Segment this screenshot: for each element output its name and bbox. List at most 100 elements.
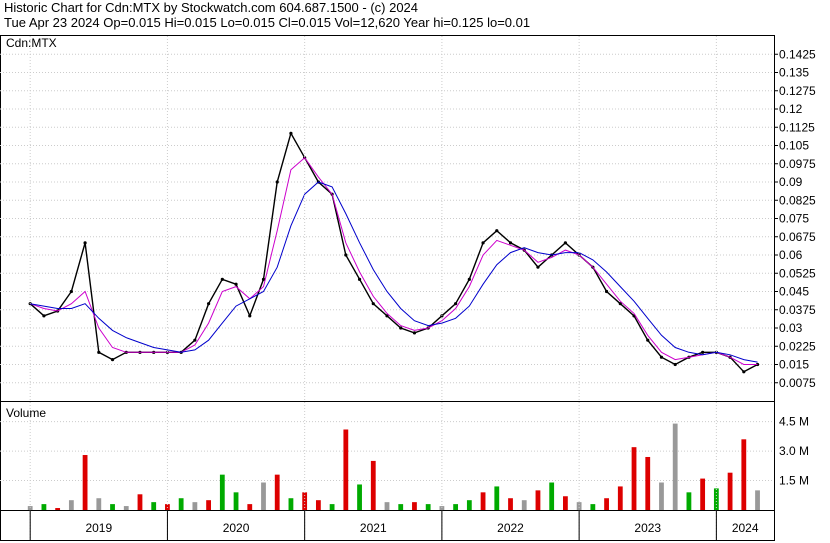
price-tick-label: 0.0075 (779, 376, 816, 390)
volume-bar (178, 498, 184, 510)
volume-bar (755, 490, 760, 510)
price-point (344, 253, 348, 257)
price-point (646, 338, 650, 342)
year-label: 2021 (360, 521, 387, 535)
volume-bar (343, 429, 349, 510)
volume-bar (727, 472, 733, 510)
price-point (248, 314, 252, 318)
year-label: 2020 (223, 521, 250, 535)
price-point (563, 241, 568, 245)
price-point (371, 302, 375, 306)
volume-bar (233, 492, 239, 510)
price-point (193, 338, 197, 342)
price-point (673, 362, 677, 367)
price-tick-label: 0.0375 (779, 303, 816, 317)
price-point (275, 180, 279, 184)
volume-bar (439, 506, 445, 510)
volume-y-ticks: 1.5 M 3.0 M 4.5 M (779, 415, 809, 488)
price-tick-label: 0.03 (779, 321, 803, 335)
price-tick-label: 0.12 (779, 102, 803, 116)
price-point (69, 289, 73, 294)
price-tick-label: 0.09 (779, 175, 803, 189)
price-tick-label: 0.1425 (779, 47, 816, 61)
volume-bar (274, 474, 280, 510)
volume-bar (55, 508, 61, 510)
volume-bar (741, 439, 747, 510)
volume-bar (123, 506, 129, 510)
volume-bar (151, 502, 157, 510)
price-tick-label: 0.015 (779, 358, 809, 372)
price-tick-label: 0.0825 (779, 193, 816, 207)
price-point (742, 370, 746, 374)
volume-bar (206, 500, 211, 510)
price-tick-label: 0.06 (779, 248, 803, 262)
price-point (508, 241, 513, 245)
volume-bar (604, 498, 609, 510)
price-point (399, 326, 403, 330)
price-point (701, 350, 705, 354)
price-point (110, 358, 115, 362)
volume-bar (590, 504, 596, 510)
volume-bar (617, 486, 623, 510)
volume-bar (96, 498, 102, 510)
price-tick-label: 0.075 (779, 212, 809, 226)
price-tick-label: 0.0225 (779, 339, 816, 353)
price-panel-title: Cdn:MTX (6, 36, 57, 50)
volume-bar (110, 504, 115, 510)
price-y-ticks: 0.0075 0.015 0.0225 0.03 0.0375 0.045 0.0525 0.… (774, 47, 816, 390)
volume-bar (41, 504, 47, 510)
volume-bar (357, 484, 362, 510)
volume-bar (549, 482, 555, 510)
volume-bar (261, 482, 266, 510)
price-tick-label: 0.135 (779, 66, 809, 80)
volume-bar (713, 488, 719, 510)
price-point (604, 289, 609, 294)
year-label: 2024 (732, 521, 759, 535)
volume-bar (329, 504, 335, 510)
price-point (357, 277, 362, 281)
stock-chart: 0.0075 0.015 0.0225 0.03 0.0375 0.045 0.0525 0.… (0, 35, 816, 541)
price-point (83, 241, 87, 245)
price-tick-label: 0.1275 (779, 84, 816, 98)
volume-bar (288, 498, 294, 510)
volume-bar (247, 504, 253, 510)
price-point (454, 302, 458, 306)
volume-bar (535, 490, 541, 510)
price-point (467, 277, 471, 281)
volume-bar (563, 496, 568, 510)
volume-tick-label: 4.5 M (779, 415, 809, 429)
price-tick-label: 0.0675 (779, 230, 816, 244)
volume-bar (686, 492, 692, 510)
volume-panel-frame (0, 401, 775, 511)
price-tick-label: 0.1125 (779, 120, 815, 134)
year-label: 2019 (85, 521, 112, 535)
volume-bar (27, 506, 33, 510)
volume-bar (137, 494, 143, 510)
volume-bar (672, 423, 678, 510)
volume-bar (631, 447, 637, 510)
volume-bar (398, 504, 404, 510)
volume-bar (219, 474, 225, 510)
year-label: 2022 (497, 521, 524, 535)
price-tick-label: 0.045 (779, 285, 809, 299)
price-point (481, 241, 485, 245)
volume-bar (700, 478, 706, 510)
year-label: 2023 (634, 521, 661, 535)
price-tick-label: 0.105 (779, 139, 809, 153)
volume-bar (425, 504, 431, 510)
volume-bar (384, 502, 390, 510)
price-point (659, 355, 664, 359)
volume-bar (494, 486, 500, 510)
volume-bar (645, 456, 651, 510)
price-point (412, 331, 417, 335)
price-point (536, 265, 540, 269)
volume-tick-label: 3.0 M (779, 444, 809, 458)
price-point (206, 302, 211, 306)
volume-bar (192, 502, 198, 510)
price-point (289, 131, 293, 135)
volume-bar (508, 498, 513, 510)
price-point (220, 277, 224, 281)
price-point (97, 350, 101, 354)
volume-tick-label: 1.5 M (779, 474, 809, 488)
price-tick-label: 0.0975 (779, 157, 816, 171)
